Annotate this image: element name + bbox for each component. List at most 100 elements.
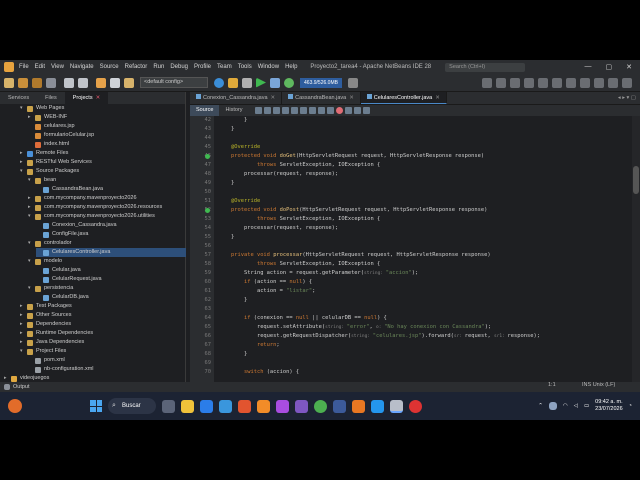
menu-run[interactable]: Run [150,64,167,70]
tree-item[interactable]: formularioCelular.jsp [28,131,94,140]
expanded-icon[interactable]: ▾ [20,347,26,356]
menu-view[interactable]: View [48,64,67,70]
firefox-icon[interactable] [352,399,365,413]
cut-icon[interactable] [96,77,106,88]
docker-icon[interactable] [371,399,384,413]
tree-item[interactable]: ▸ Remote Files [20,149,68,158]
open-project-icon[interactable] [32,77,42,88]
close-tab-icon[interactable]: ✕ [271,95,276,101]
toolbar-icon-i[interactable] [594,77,604,88]
tab-history[interactable]: History [219,105,248,116]
globe-icon[interactable] [214,77,224,88]
collapsed-icon[interactable]: ▸ [20,320,26,329]
menu-tools[interactable]: Tools [235,64,255,70]
new-project-icon[interactable] [18,77,28,88]
override-marker-icon[interactable] [205,154,210,159]
taskbar-search[interactable]: Buscar [108,398,156,414]
volume-icon[interactable]: ◁ [574,403,578,409]
tree-item[interactable]: ▸ Other Sources [20,311,71,320]
shift-right-icon[interactable] [326,107,334,114]
toolbar-icon-g[interactable] [566,77,576,88]
build-hammer-icon[interactable] [228,77,238,88]
clock[interactable]: 09:42 a. m. 23/07/2026 [595,399,623,413]
collapsed-icon[interactable]: ▸ [20,158,26,167]
toolbar-icon-e[interactable] [538,77,548,88]
tree-item[interactable]: ▸ Runtime Dependencies [20,329,93,338]
find-icon[interactable] [272,107,280,114]
menu-source[interactable]: Source [97,64,122,70]
save-all-icon[interactable] [46,77,56,88]
toolbar-icon-b[interactable] [496,77,506,88]
visual-studio-icon[interactable] [276,399,289,413]
tree-item[interactable]: ▾ bean [28,176,56,185]
toolbar-icon-f[interactable] [552,77,562,88]
tree-item[interactable]: CelularesController.java [36,248,186,257]
tray-chevron-icon[interactable]: ⌃ [538,403,543,409]
tab-navigation-icon[interactable]: ◂ ▸ ▾ ▢ [614,92,640,104]
tree-item[interactable]: Conexion_Cassandra.java [36,221,117,230]
collapsed-icon[interactable]: ▸ [28,113,34,122]
find-prev-icon[interactable] [281,107,289,114]
profile-icon[interactable] [284,77,294,88]
collapsed-icon[interactable]: ▸ [20,329,26,338]
gc-icon[interactable] [348,77,358,88]
copy-icon[interactable] [110,77,120,88]
forward-icon[interactable] [263,107,271,114]
close-tab-icon[interactable]: ✕ [96,95,101,101]
tree-item[interactable]: ▸ Test Packages [20,302,72,311]
collapsed-icon[interactable]: ▸ [20,311,26,320]
override-marker-icon[interactable] [205,208,210,213]
app-icon-2[interactable] [409,399,422,413]
close-button[interactable]: ✕ [626,63,632,71]
expanded-icon[interactable]: ▾ [20,167,26,176]
menu-profile[interactable]: Profile [191,64,214,70]
expanded-icon[interactable]: ▾ [20,104,26,113]
tree-item[interactable]: ▸ com.mycompany.mavenproyecto2026.resourc… [28,203,162,212]
shift-left-icon[interactable] [317,107,325,114]
menu-window[interactable]: Window [255,64,282,70]
tray-app-icon[interactable] [548,402,557,410]
minimize-button[interactable]: — [585,63,592,71]
toolbar-icon-j[interactable] [608,77,618,88]
back-icon[interactable] [254,107,262,114]
toggle-highlight-icon[interactable] [299,107,307,114]
vertical-scrollbar[interactable] [632,116,640,382]
tab-projects[interactable]: Projects ✕ [64,92,109,104]
tab-source[interactable]: Source [190,105,220,116]
tree-item[interactable]: CelularRequest.java [36,275,102,284]
collapsed-icon[interactable]: ▸ [28,203,34,212]
tree-item[interactable]: ▾ controlador [28,239,72,248]
close-tab-icon[interactable]: ✕ [435,95,440,101]
collapsed-icon[interactable]: ▸ [20,149,26,158]
undo-icon[interactable] [64,77,74,88]
menu-team[interactable]: Team [214,64,235,70]
collapsed-icon[interactable]: ▸ [28,194,34,203]
close-tab-icon[interactable]: ✕ [349,95,354,101]
xampp-icon[interactable] [257,399,270,413]
editor-tab[interactable]: CelularesController.java ✕ [360,92,447,104]
find-next-icon[interactable] [290,107,298,114]
new-file-icon[interactable] [4,77,14,88]
editor-tab[interactable]: CassandraBean.java ✕ [282,92,361,104]
tree-item[interactable]: ▾ Source Packages [20,167,79,176]
tree-item[interactable]: CelularDB.java [36,293,89,302]
tree-item[interactable]: index.html [28,140,69,149]
windows-start-icon[interactable] [90,400,102,412]
scrollbar-thumb[interactable] [633,166,639,194]
collapsed-icon[interactable]: ▸ [20,338,26,347]
bookmark-icon[interactable] [308,107,316,114]
wifi-icon[interactable]: ◠ [563,403,568,409]
menu-help[interactable]: Help [282,64,300,70]
tree-item[interactable]: nb-configuration.xml [28,365,94,374]
tree-item[interactable]: ▸ Java Dependencies [20,338,84,347]
toolbar-icon-a[interactable] [482,77,492,88]
expanded-icon[interactable]: ▾ [28,257,34,266]
weather-icon[interactable] [8,399,22,413]
tree-item[interactable]: ▸ WEB-INF [28,113,67,122]
debug-icon[interactable] [270,77,280,88]
tree-item[interactable]: ▸ com.mycompany.mavenproyecto2026 [28,194,137,203]
run-icon[interactable] [256,77,266,88]
toolbar-icon-d[interactable] [524,77,534,88]
uncomment-icon[interactable] [362,107,370,114]
menu-file[interactable]: File [16,64,32,70]
